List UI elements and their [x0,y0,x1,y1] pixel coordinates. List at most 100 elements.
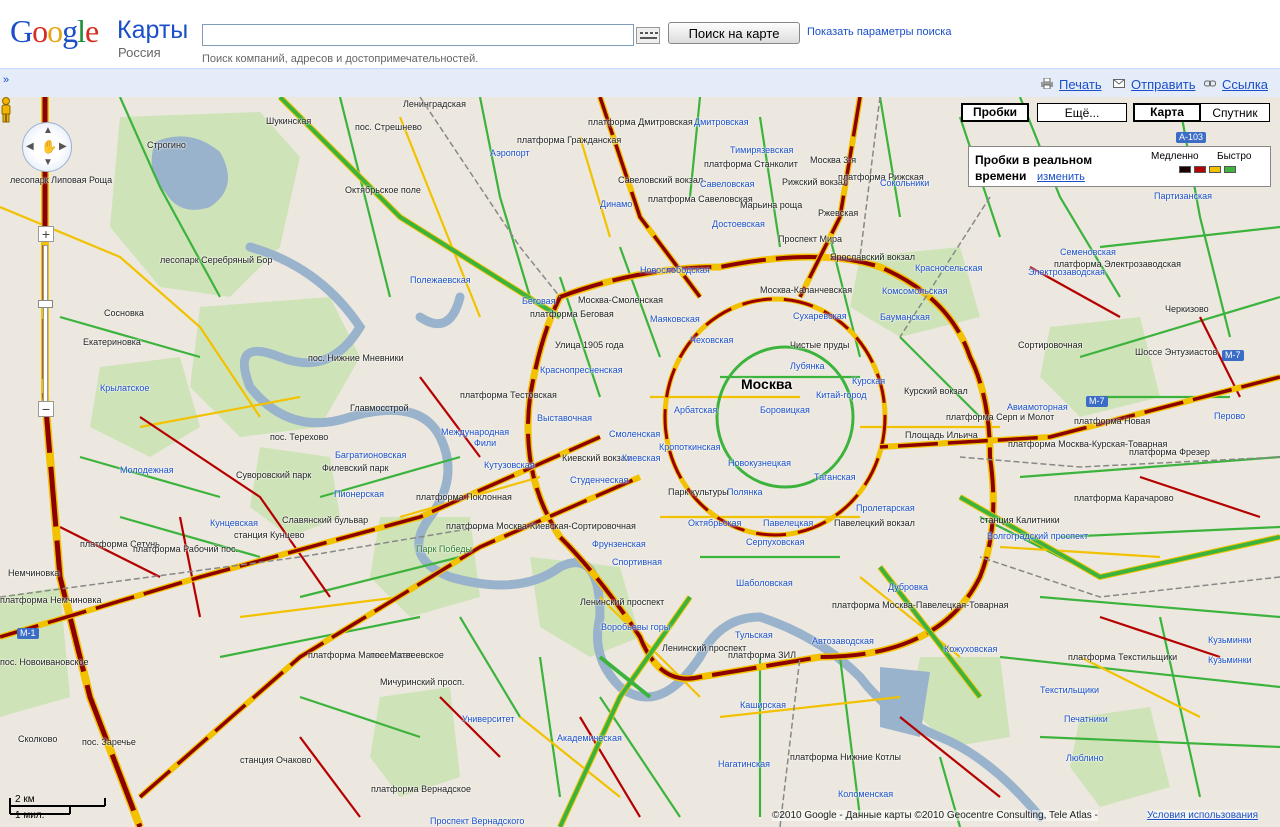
zoom-slider-handle[interactable] [38,300,53,308]
pan-control[interactable]: ▲ ▼ ◀ ▶ ✋ [22,122,72,172]
send-link[interactable]: Отправить [1131,77,1195,92]
map-label: Фрунзенская [592,539,646,549]
map-label: платформа Нижние Котлы [790,752,901,762]
map-label: Ярославский вокзал [830,252,916,262]
road-shield: М-1 [17,628,39,639]
collapse-panel-button[interactable]: » [3,74,9,86]
copyright: ©2010 Google - Данные карты ©2010 Geocen… [772,810,1098,821]
road-shield: М-7 [1222,350,1244,361]
search-button[interactable]: Поиск на карте [668,22,800,44]
map-label: Печатники [1064,714,1108,724]
map-label: Шукинская [266,116,312,126]
map-label: платформа Москва-Павелецкая-Товарная [832,600,1009,610]
map-label: Серпуховская [746,537,805,547]
map-label: Международная [441,427,510,437]
terms-link[interactable]: Условия использования [1147,810,1258,821]
map-label: Выставочная [537,413,593,423]
region-label: Россия [118,45,161,60]
pegman-icon[interactable] [0,97,12,123]
map-label: Электрозаводская [1028,267,1105,277]
map-label: Октябрьское поле [345,185,421,195]
map-type-button[interactable]: Карта [1133,103,1201,122]
traffic-swatch [1194,166,1206,173]
more-button[interactable]: Ещё... [1037,103,1127,122]
map-label: Парк Победы [416,544,472,554]
map-label: станция Очаково [240,755,312,765]
map-label: Семеновская [1060,247,1116,257]
pan-up-icon[interactable]: ▲ [43,125,53,136]
scale-bar: 2 км 1 мил. [5,794,125,824]
search-input[interactable] [202,24,634,46]
map-label: платформа Фрезер [1129,447,1210,457]
map-label: платформа Серп и Молот [946,412,1055,422]
map-label: станция Калитники [980,515,1060,525]
search-params-link[interactable]: Показать параметры поиска [807,26,951,38]
map-label: Сокольники [880,178,930,188]
map-label: Кожуховская [944,644,998,654]
map-label: Красносельская [915,263,983,273]
traffic-button[interactable]: Пробки [961,103,1029,122]
traffic-fast-label: Быстро [1217,151,1252,162]
map-label: Мичуринский просп. [380,677,465,687]
map-label: Достоевская [712,219,765,229]
map-label: Нагатинская [718,759,771,769]
map-label: платформа Дмитровская [588,117,693,127]
traffic-swatch [1209,166,1221,173]
map-label: Авиамоторная [1007,402,1068,412]
traffic-change-link[interactable]: изменить [1037,171,1085,183]
map-label: платформа Новая [1074,416,1151,426]
scale-km: 2 км [15,794,35,805]
map-label: Бауманская [880,312,930,322]
map-label: пос. Новоивановское [0,657,89,667]
map-label: Тульская [735,630,773,640]
map-label: Марьина роща [740,200,803,210]
satellite-type-button[interactable]: Спутник [1200,103,1270,122]
map-label: Суворовский парк [236,470,312,480]
road-shield: А-103 [1176,132,1207,143]
header: Google Карты Россия Поиск на карте Показ… [0,0,1280,68]
product-name: Карты [117,16,189,44]
map-label: Чистые пруды [790,340,850,350]
map-label: Шоссе Энтузиастов [1135,347,1218,357]
map-label: Октябрьская [688,518,742,528]
map-label: лесопарк Липовая Роща [10,175,113,185]
pan-down-icon[interactable]: ▼ [43,157,53,168]
map-label: Сухаревская [793,311,847,321]
map-label: Динамо [600,199,633,209]
map-label: Маяковская [650,314,700,324]
map-label: Багратионовская [335,450,407,460]
map-label: Полежаевская [410,275,471,285]
map-label: Лубянка [790,361,825,371]
map-label: Беговая [522,296,556,306]
keyboard-icon[interactable] [636,27,660,44]
link-icon [1204,80,1216,87]
pan-right-icon[interactable]: ▶ [59,141,67,152]
toolbar: » Печать Отправить Ссылка [0,68,1280,97]
map-label: Савеловский вокзал [618,175,704,185]
map-label: Волгоградский проспект [987,531,1089,541]
map-canvas[interactable]: Москва Ленинградская Шукинская пос. Стре… [0,97,1280,827]
pan-left-icon[interactable]: ◀ [26,141,34,152]
map-label: платформа Рабочий пос. [133,544,238,554]
map-label: Курская [852,376,886,386]
map-label: Славянский бульвар [282,515,369,525]
link-link[interactable]: Ссылка [1222,77,1268,92]
map-label: Кунцевская [210,518,258,528]
map-label: лесопарк Серебряный Бор [160,255,273,265]
map-label: Пролетарская [856,503,915,513]
map-label: Парк культуры [668,487,729,497]
map-label: платформа ЗИЛ [728,650,796,660]
zoom-out-button[interactable]: − [38,401,54,417]
google-logo[interactable]: Google [10,14,99,48]
map-label: Москва 3-я [810,155,857,165]
map-label: Чеховская [690,335,734,345]
map-label: платформа Поклонная [416,492,512,502]
email-icon [1113,79,1125,88]
print-link[interactable]: Печать [1059,77,1102,92]
zoom-slider-track[interactable] [43,245,48,407]
map-label: платформа Тестовская [460,390,557,400]
road-shield: М-7 [1086,396,1108,407]
map-label: Немчиновка [8,568,60,578]
zoom-in-button[interactable]: + [38,226,54,242]
map-label: платформа Москва-Киевская-Сортировочная [446,521,636,531]
